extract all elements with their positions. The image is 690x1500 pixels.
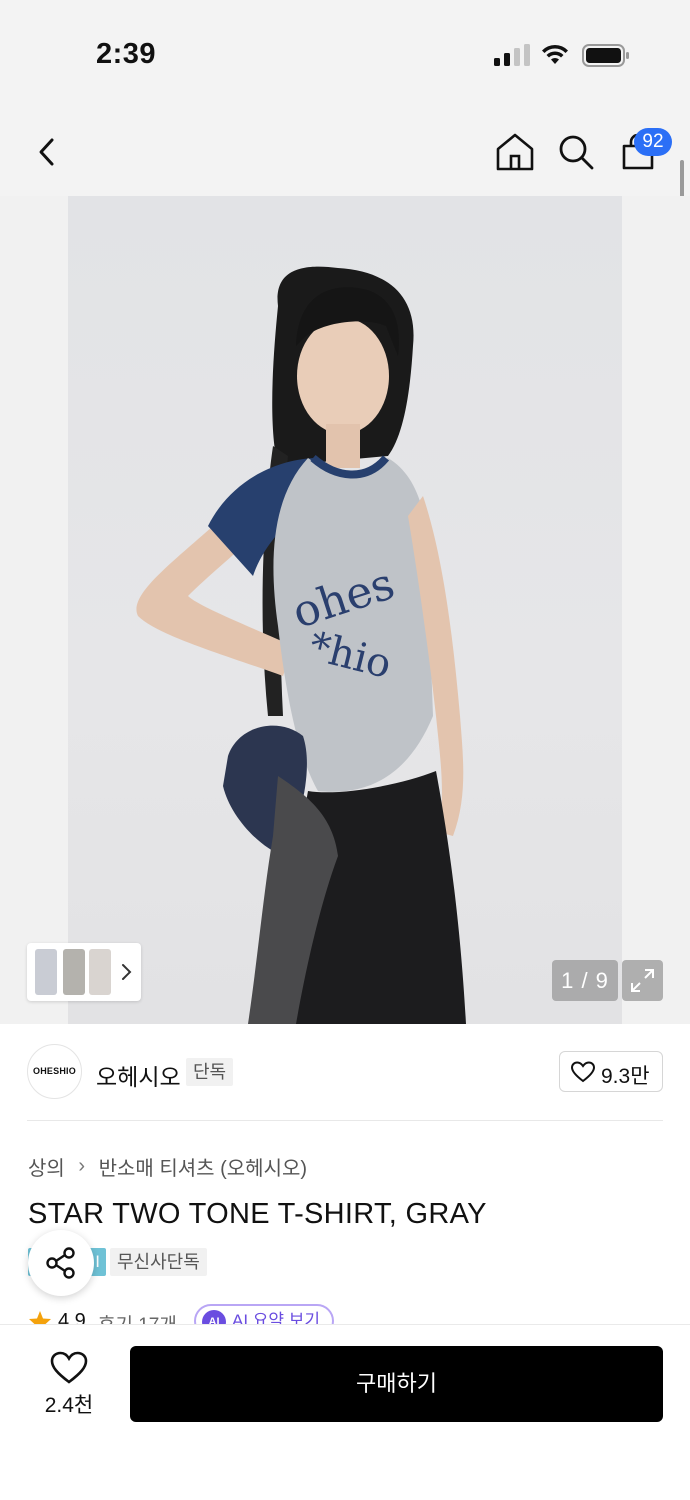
wishlist-count: 2.4천 <box>44 1394 94 1417</box>
exclusive-tag: 단독 <box>186 1058 234 1086</box>
share-button[interactable] <box>28 1230 94 1296</box>
cart-count-badge: 92 <box>634 128 672 156</box>
product-image-gallery[interactable]: ohes *hio 1 / 9 <box>0 196 690 1024</box>
image-page-indicator: 1 / 9 <box>552 960 618 1001</box>
thumbnail-strip[interactable] <box>27 943 141 1001</box>
battery-icon <box>582 44 629 67</box>
product-info-section: OHESHIO 오헤시오 단독 9.3만 상의 › 반소매 티셔츠 (오헤시오)… <box>0 1024 690 1338</box>
chevron-right-icon <box>122 964 132 980</box>
breadcrumb-subcategory[interactable]: 반소매 티셔츠 (오헤시오) <box>99 1152 307 1181</box>
chevron-right-icon: › <box>78 1155 86 1177</box>
breadcrumb: 상의 › 반소매 티셔츠 (오헤시오) <box>28 1152 307 1181</box>
brand-like-button[interactable]: 9.3만 <box>559 1051 663 1092</box>
heart-icon <box>571 1061 595 1083</box>
buy-button[interactable]: 구매하기 <box>130 1346 663 1422</box>
divider <box>27 1120 663 1121</box>
top-nav-bar <box>0 118 690 188</box>
product-photo[interactable]: ohes *hio <box>68 196 622 1024</box>
brand-logo[interactable]: OHESHIO <box>27 1044 82 1099</box>
musinsa-exclusive-tag: 무신사단독 <box>110 1248 207 1276</box>
bottom-action-bar: 2.4천 구매하기 <box>0 1324 690 1500</box>
thumbnail-3[interactable] <box>89 949 111 995</box>
expand-icon <box>631 969 654 992</box>
cellular-signal-icon <box>494 44 530 66</box>
brand-name[interactable]: 오헤시오 <box>96 1058 181 1092</box>
heart-icon <box>50 1351 88 1384</box>
status-time: 2:39 <box>96 38 157 70</box>
product-title: STAR TWO TONE T-SHIRT, GRAY <box>28 1198 487 1230</box>
breadcrumb-category[interactable]: 상의 <box>28 1152 65 1181</box>
expand-image-button[interactable] <box>622 960 663 1001</box>
search-icon[interactable] <box>556 132 596 172</box>
home-icon[interactable] <box>494 132 536 172</box>
wishlist-button[interactable]: 2.4천 <box>30 1347 108 1417</box>
status-bar: 2:39 <box>0 0 690 100</box>
back-arrow-icon[interactable] <box>32 132 64 172</box>
thumbnail-1[interactable] <box>35 949 57 995</box>
wifi-icon <box>542 44 568 64</box>
brand-like-count: 9.3만 <box>601 1065 650 1088</box>
share-icon <box>46 1247 75 1279</box>
thumbnail-2[interactable] <box>63 949 85 995</box>
